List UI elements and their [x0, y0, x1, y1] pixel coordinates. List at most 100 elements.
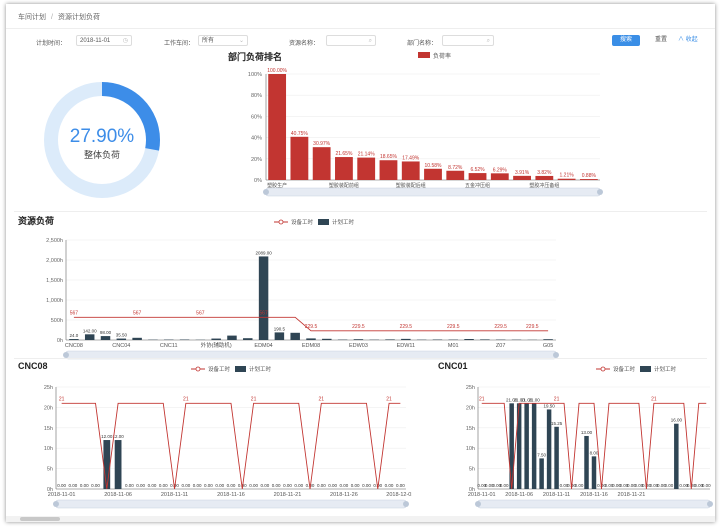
zoom-slider: [477, 499, 711, 509]
plan-value-label: 0.00: [328, 483, 337, 488]
horizontal-scrollbar[interactable]: [6, 516, 715, 522]
dept-bar: [468, 173, 487, 180]
device-value-label: 229.5: [352, 324, 365, 330]
resource-input[interactable]: ⌕: [326, 35, 376, 46]
zoom-handle-right: [597, 189, 603, 195]
plan-bar: [385, 339, 395, 340]
device-value-label: 21: [386, 396, 392, 402]
y-tick-label: 40%: [251, 136, 262, 142]
legend-device-label: 设备工时: [291, 218, 314, 226]
plan-value-label: 190.5: [274, 326, 286, 331]
plan-bar: [531, 403, 537, 489]
x-tick-label: 2018-11-21: [274, 492, 302, 498]
reset-button[interactable]: 重置: [651, 35, 671, 46]
zoom-handle-left: [263, 189, 269, 195]
x-tick-label: CNC04: [112, 343, 130, 349]
y-tick-label: 80%: [251, 93, 262, 99]
plan-value-label: 0.00: [80, 483, 89, 488]
zoom-handle-left: [53, 501, 59, 507]
plan-value-label: 13.00: [581, 430, 593, 435]
y-tick-label: 0%: [254, 178, 262, 184]
x-tick-label: M01: [448, 343, 459, 349]
chevron-down-icon: ⌄: [238, 38, 244, 44]
x-tick-label: 2018-11-11: [543, 492, 570, 498]
bar-value-label: 1.21%: [560, 173, 575, 179]
dept-bar: [557, 178, 576, 180]
plan-value-label: 0.00: [227, 483, 236, 488]
plan-value-label: 0.00: [260, 483, 269, 488]
search-button[interactable]: 搜索: [612, 35, 640, 46]
device-line: [61, 402, 401, 490]
breadcrumb: 车间计划 / 资源计划负荷: [18, 14, 100, 21]
x-tick-label: G05: [543, 343, 553, 349]
plan-value-label: 0.00: [362, 483, 371, 488]
legend-device-marker: [278, 219, 284, 225]
zoom-slider: [55, 499, 407, 509]
dept-input[interactable]: ⌕: [442, 35, 494, 46]
workshop-select[interactable]: 所有 ⌄: [198, 35, 248, 46]
bar-value-label: 21.14%: [358, 152, 376, 158]
plan-bar: [227, 335, 237, 340]
y-tick-label: 5h: [47, 467, 53, 473]
zoom-slider: [265, 187, 601, 197]
plan-value-label: 0.00: [664, 483, 673, 488]
plan-bar: [674, 423, 679, 489]
y-tick-label: 10h: [44, 446, 53, 452]
plan-bar: [132, 337, 142, 340]
plan-value-label: 0.00: [500, 483, 509, 488]
dept-bar: [290, 136, 309, 180]
plan-bar: [84, 334, 95, 340]
plan-time-input[interactable]: 2018-11-01 ◷: [76, 35, 132, 46]
plan-value-label: 0.00: [215, 483, 224, 488]
plan-value-label: 0.00: [385, 483, 394, 488]
plan-value-label: 0.00: [193, 483, 202, 488]
plan-value-label: 2089.00: [255, 250, 272, 255]
dept-bar: [357, 157, 376, 180]
legend-device-marker: [195, 366, 201, 372]
scrollbar-thumb[interactable]: [20, 517, 60, 521]
plan-bar: [116, 338, 127, 340]
dept-bar: [312, 147, 331, 180]
x-tick-label: 2018-11-16: [217, 492, 245, 498]
legend-device-marker: [600, 366, 606, 372]
plan-time-label: 计划时间：: [36, 41, 67, 47]
plan-value-label: 0.00: [204, 483, 213, 488]
clock-icon: ◷: [122, 38, 128, 44]
x-tick-label: CNC11: [160, 343, 178, 349]
plan-bar: [539, 458, 544, 489]
device-value-label: 21: [319, 396, 325, 402]
y-tick-label: 20%: [251, 157, 262, 163]
y-tick-label: 15h: [44, 426, 53, 432]
search-icon: ⌕: [486, 38, 490, 44]
device-value-label: 229.5: [447, 324, 460, 330]
dept-load-chart: 负荷率0%20%40%60%80%100%100.00%塑胶生产40.75%30…: [248, 52, 603, 197]
plan-bar: [306, 338, 316, 340]
legend-swatch: [418, 52, 430, 58]
legend-plan-swatch: [640, 366, 651, 372]
cnc08-chart: 设备工时 计划工时0h5h10h15h20h25h0.00 0.00 0.00 0.00…: [44, 365, 412, 509]
plan-value-label: 0.00: [57, 483, 66, 488]
bar-value-label: 3.91%: [515, 170, 530, 176]
plan-bar: [401, 338, 411, 340]
y-tick-label: 25h: [44, 385, 53, 391]
legend-plan-swatch: [318, 219, 329, 225]
plan-value-label: 21.00: [528, 397, 540, 402]
y-tick-label: 5h: [469, 467, 475, 473]
dept-bar: [335, 157, 353, 180]
plan-value-label: 0.00: [702, 483, 711, 488]
x-tick-label: 2018-11-11: [161, 492, 188, 498]
plan-value-label: 7.50: [537, 452, 546, 457]
x-tick-label: 2018-11-06: [505, 492, 533, 498]
x-tick-label: EDM08: [302, 343, 320, 349]
dept-bar: [379, 160, 398, 180]
plan-value-label: 8.00: [590, 450, 599, 455]
y-tick-label: 100%: [248, 72, 262, 78]
device-value-label: 21: [251, 396, 257, 402]
plan-bar: [584, 435, 589, 489]
plan-value-label: 19.50: [543, 403, 555, 408]
collapse-button[interactable]: ∧ 收起: [678, 35, 698, 46]
x-tick-label: 2018-11-01: [468, 492, 496, 498]
breadcrumb-root[interactable]: 车间计划: [18, 14, 46, 21]
plan-bar: [69, 339, 79, 340]
device-value-label: 229.5: [526, 324, 539, 330]
